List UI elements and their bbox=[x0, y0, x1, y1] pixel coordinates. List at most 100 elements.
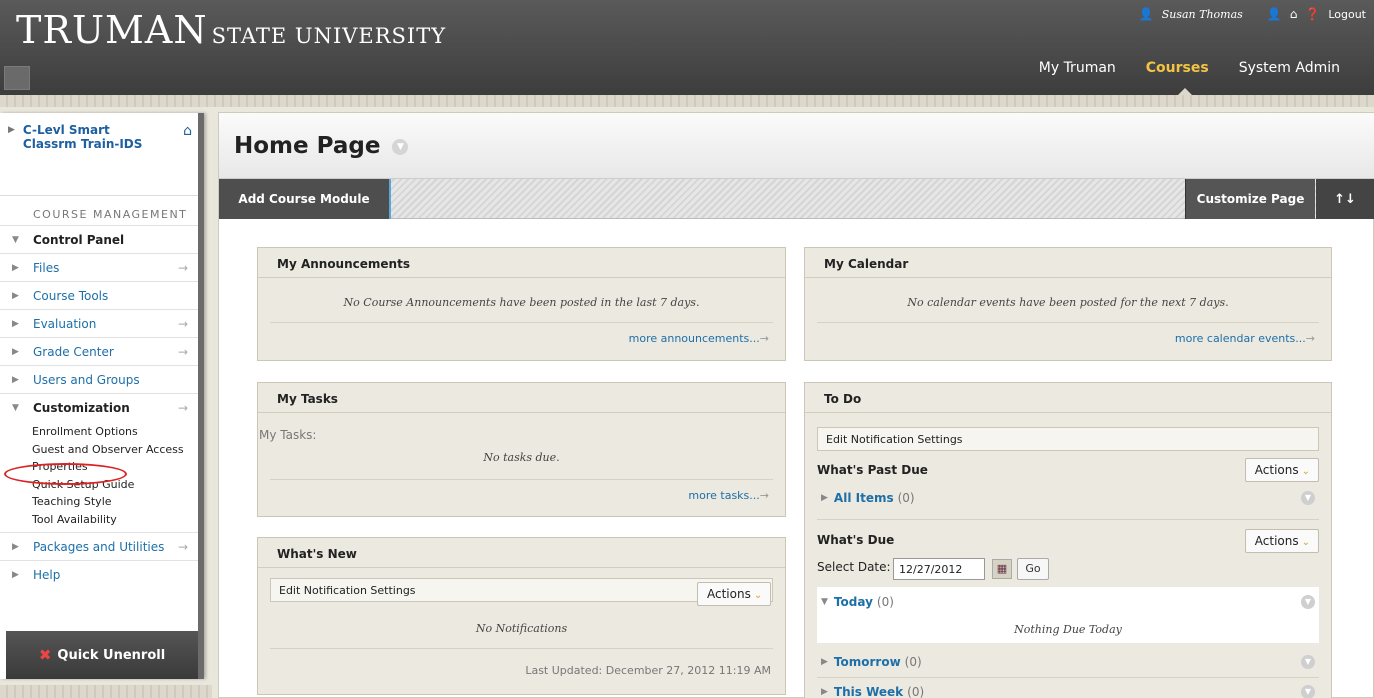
notifications-message: No Notifications bbox=[475, 622, 568, 635]
sidebar-bottom-stripe bbox=[0, 685, 212, 698]
tab-courses[interactable]: Courses bbox=[1146, 60, 1209, 76]
more-tasks-link[interactable]: more tasks...→ bbox=[688, 489, 769, 502]
divider bbox=[270, 648, 773, 649]
module-title[interactable]: My Calendar bbox=[805, 248, 1331, 278]
module-title[interactable]: To Do bbox=[805, 383, 1331, 413]
sidebar-item-evaluation[interactable]: ▶ Evaluation → bbox=[0, 309, 198, 337]
group-all-items[interactable]: ▶ All Items (0) ▼ bbox=[817, 485, 1319, 511]
expand-icon: ▶ bbox=[12, 541, 19, 552]
arrow-right-icon[interactable]: → bbox=[178, 401, 188, 415]
module-announcements: My Announcements No Course Announcements… bbox=[257, 247, 786, 361]
action-bar: Add Course Module Customize Page ↑↓ bbox=[219, 179, 1374, 219]
header-stripe bbox=[0, 95, 1374, 107]
course-menu-sidebar: ▶ C-Levl Smart Classrm Train-IDS ⌂ COURS… bbox=[0, 107, 212, 698]
expand-icon: ▶ bbox=[821, 687, 828, 697]
tasks-label: My Tasks: bbox=[259, 428, 317, 442]
tab-system-admin[interactable]: System Admin bbox=[1239, 60, 1340, 76]
expand-icon: ▶ bbox=[12, 569, 19, 580]
course-management-heading: COURSE MANAGEMENT bbox=[0, 195, 198, 225]
whats-due-actions-button[interactable]: Actions ⌄ bbox=[1244, 529, 1319, 553]
page-title: Home Page ▼ bbox=[234, 133, 409, 159]
chevron-down-icon[interactable]: ▼ bbox=[1301, 491, 1315, 505]
divider bbox=[817, 519, 1319, 520]
announcements-message: No Course Announcements have been posted… bbox=[343, 296, 700, 309]
module-title[interactable]: What's New bbox=[258, 538, 785, 568]
calendar-icon[interactable]: ▦ bbox=[992, 559, 1012, 579]
submenu-teaching-style[interactable]: Teaching Style bbox=[32, 493, 198, 511]
logout-link[interactable]: Logout bbox=[1328, 8, 1366, 21]
customize-page-button[interactable]: Customize Page bbox=[1185, 179, 1315, 219]
home-icon[interactable]: ⌂ bbox=[1290, 7, 1298, 21]
divider bbox=[270, 322, 773, 323]
past-due-actions-button[interactable]: Actions ⌄ bbox=[1244, 458, 1319, 482]
submenu-guest-observer[interactable]: Guest and Observer Access bbox=[32, 441, 198, 459]
edit-notification-settings[interactable]: Edit Notification Settings bbox=[817, 427, 1319, 451]
university-logo[interactable]: TRUMAN STATE UNIVERSITY bbox=[16, 8, 446, 52]
chevron-down-icon[interactable]: ▼ bbox=[1301, 655, 1315, 669]
expand-icon: ▶ bbox=[12, 374, 19, 385]
tab-my-truman[interactable]: My Truman bbox=[1039, 60, 1116, 76]
group-tomorrow[interactable]: ▶ Tomorrow (0) ▼ bbox=[817, 649, 1319, 675]
expand-icon[interactable]: ▶ bbox=[8, 125, 15, 151]
submenu-tool-availability[interactable]: Tool Availability bbox=[32, 511, 198, 529]
expand-icon: ▶ bbox=[821, 493, 828, 503]
expand-icon: ▶ bbox=[12, 318, 19, 329]
actions-button[interactable]: Actions ⌄ bbox=[697, 582, 772, 606]
user-avatar-icon: 👤 bbox=[1138, 7, 1154, 21]
sidebar-item-packages[interactable]: ▶ Packages and Utilities → bbox=[0, 532, 198, 560]
add-course-module-button[interactable]: Add Course Module bbox=[219, 179, 391, 219]
sidebar-item-help[interactable]: ▶ Help bbox=[0, 560, 198, 588]
module-title[interactable]: My Announcements bbox=[258, 248, 785, 278]
arrow-right-icon[interactable]: → bbox=[178, 261, 188, 275]
sidebar-item-course-tools[interactable]: ▶ Course Tools bbox=[0, 281, 198, 309]
chevron-down-icon[interactable]: ▼ bbox=[1301, 685, 1315, 698]
arrow-right-icon[interactable]: → bbox=[178, 345, 188, 359]
last-updated: Last Updated: December 27, 2012 11:19 AM bbox=[525, 664, 771, 677]
course-menu-panel: ▶ C-Levl Smart Classrm Train-IDS ⌂ COURS… bbox=[0, 113, 204, 679]
help-icon[interactable]: ❓ bbox=[1305, 7, 1320, 21]
chevron-down-icon[interactable]: ▼ bbox=[392, 138, 409, 155]
module-calendar: My Calendar No calendar events have been… bbox=[804, 247, 1332, 361]
divider bbox=[817, 322, 1319, 323]
collapse-tab[interactable] bbox=[4, 66, 30, 90]
control-panel-menu: ▼ Control Panel ▶ Files → ▶ Course Tools… bbox=[0, 225, 198, 588]
collapse-icon: ▼ bbox=[12, 402, 19, 413]
module-title[interactable]: My Tasks bbox=[258, 383, 785, 413]
sidebar-item-control-panel[interactable]: ▼ Control Panel bbox=[0, 225, 198, 253]
sidebar-item-files[interactable]: ▶ Files → bbox=[0, 253, 198, 281]
group-this-week[interactable]: ▶ This Week (0) ▼ bbox=[817, 679, 1319, 698]
collapse-icon: ▼ bbox=[821, 597, 828, 607]
arrow-right-icon[interactable]: → bbox=[178, 317, 188, 331]
divider bbox=[817, 677, 1319, 678]
user-bar: 👤 Susan Thomas 👤 ⌂ ❓ Logout bbox=[1139, 6, 1366, 22]
arrow-right-icon: → bbox=[1305, 332, 1315, 345]
expand-icon: ▶ bbox=[12, 290, 19, 301]
sidebar-item-customization[interactable]: ▼ Customization → bbox=[0, 393, 198, 421]
module-tasks: My Tasks My Tasks: No tasks due. more ta… bbox=[257, 382, 786, 517]
quick-unenroll-button[interactable]: ✖ Quick Unenroll bbox=[6, 631, 198, 679]
person-icon[interactable]: 👤 bbox=[1267, 7, 1282, 21]
chevron-down-icon[interactable]: ▼ bbox=[1301, 595, 1315, 609]
more-calendar-link[interactable]: more calendar events...→ bbox=[1175, 332, 1315, 345]
user-name[interactable]: Susan Thomas bbox=[1162, 8, 1243, 21]
course-home-icon[interactable]: ⌂ bbox=[183, 123, 192, 139]
more-announcements-link[interactable]: more announcements...→ bbox=[629, 332, 769, 345]
top-nav: My Truman Courses System Admin bbox=[1039, 60, 1340, 76]
arrow-right-icon[interactable]: → bbox=[178, 540, 188, 554]
sidebar-item-grade-center[interactable]: ▶ Grade Center → bbox=[0, 337, 198, 365]
module-todo: To Do Edit Notification Settings What's … bbox=[804, 382, 1332, 698]
divider bbox=[270, 479, 773, 480]
highlight-annotation-ring bbox=[4, 463, 127, 485]
sidebar-item-users-groups[interactable]: ▶ Users and Groups bbox=[0, 365, 198, 393]
reorder-icon[interactable]: ↑↓ bbox=[1316, 179, 1374, 219]
whats-due-heading: What's Due bbox=[817, 533, 895, 547]
date-input[interactable]: 12/27/2012 bbox=[893, 558, 985, 580]
tasks-message: No tasks due. bbox=[483, 451, 560, 464]
group-today[interactable]: ▼ Today (0) ▼ bbox=[817, 589, 1319, 615]
submenu-enrollment-options[interactable]: Enrollment Options bbox=[32, 423, 198, 441]
go-button[interactable]: Go bbox=[1017, 558, 1049, 580]
expand-icon: ▶ bbox=[12, 346, 19, 357]
past-due-heading: What's Past Due bbox=[817, 463, 928, 477]
course-title[interactable]: ▶ C-Levl Smart Classrm Train-IDS ⌂ bbox=[8, 123, 198, 151]
main-content: Home Page ▼ Add Course Module Customize … bbox=[218, 112, 1374, 698]
